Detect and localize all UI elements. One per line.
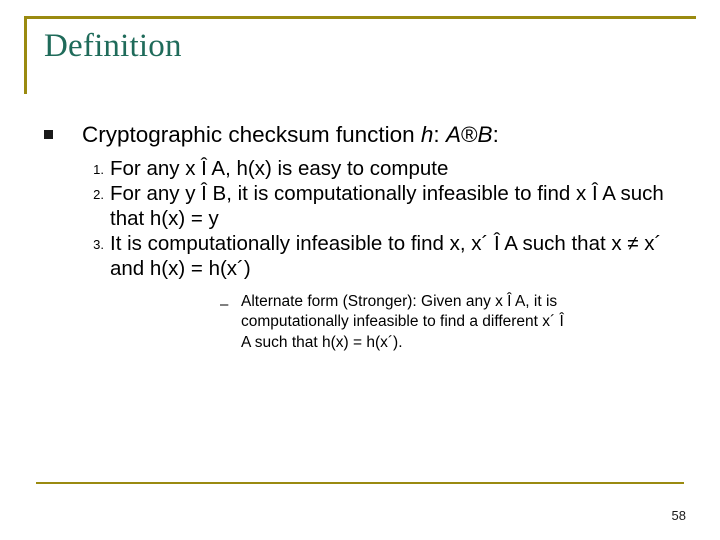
set-symbol-a: A: [445, 122, 461, 147]
sub-list: – Alternate form (Stronger): Given any x…: [44, 292, 694, 354]
footer-rule: [36, 482, 684, 484]
list-item-text: For any x Î A, h(x) is easy to compute: [110, 156, 449, 180]
list-item-number: 1.: [93, 161, 104, 177]
square-bullet-icon: [44, 130, 53, 139]
slide: Definition Cryptographic checksum functi…: [0, 0, 720, 540]
set-symbol-b: B: [477, 122, 493, 147]
page-title: Definition: [44, 28, 182, 64]
dash-bullet-icon: –: [220, 295, 229, 313]
decorative-vertical-bar: [24, 16, 27, 94]
list-item-text: For any y Î B, it is computationally inf…: [110, 182, 664, 230]
page-number: 58: [671, 508, 686, 523]
slide-body: Cryptographic checksum function h: A®B: …: [44, 122, 694, 353]
bullet-lead-text: Cryptographic checksum function: [82, 122, 421, 147]
list-item-text: Alternate form (Stronger): Given any x Î…: [241, 292, 564, 351]
list-item-number: 2.: [93, 187, 104, 203]
bullet-item-main-text: Cryptographic checksum function h: A®B:: [82, 122, 499, 147]
arrow-icon: ®: [460, 122, 478, 147]
bullet-colon-2: :: [492, 122, 499, 147]
list-item: 2. For any y Î B, it is computationally …: [93, 182, 694, 231]
list-item-text: It is computationally infeasible to find…: [110, 232, 662, 280]
list-item: – Alternate form (Stronger): Given any x…: [220, 292, 571, 354]
list-item: 1. For any x Î A, h(x) is easy to comput…: [93, 156, 694, 182]
list-item-number: 3.: [93, 237, 104, 253]
bullet-item-main: Cryptographic checksum function h: A®B:: [44, 122, 694, 149]
function-symbol-h: h: [420, 122, 434, 147]
numbered-list: 1. For any x Î A, h(x) is easy to comput…: [44, 157, 694, 282]
bullet-colon-1: :: [433, 122, 446, 147]
decorative-horizontal-rule: [24, 16, 696, 19]
list-item: 3. It is computationally infeasible to f…: [93, 232, 694, 281]
